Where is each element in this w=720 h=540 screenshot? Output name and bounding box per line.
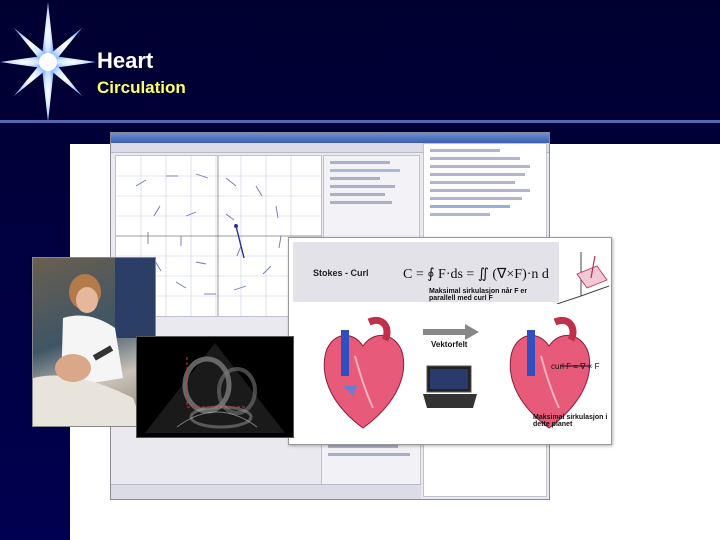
echo-scan-icon: [145, 343, 285, 433]
stokes-heart-inset: Stokes - Curl C = ∮ F·ds = ∬ (∇×F)·n dS …: [288, 237, 612, 445]
max-circ-parallel-label: Maksimal sirkulasjon når F er parallell …: [429, 288, 528, 302]
curl-formula-label: curl F = ∇ × F: [551, 362, 600, 371]
max-circ-plane-label: Maksimal sirkulasjon i dette planet: [533, 414, 608, 428]
echocardiogram-image: [136, 336, 294, 438]
slide-title: Heart: [97, 48, 154, 73]
stokes-label: Stokes - Curl: [313, 268, 369, 278]
module-menu-pane: [323, 155, 420, 247]
slide: Heart Circulation Stokes - Curl C = ∮ F·…: [0, 0, 720, 540]
title-divider: [0, 120, 720, 123]
stokes-integral-icon: C = ∮ F·ds = ∬ (∇×F)·n dS: [403, 267, 549, 282]
starburst-logo-icon: [0, 2, 96, 122]
heart-diagram-left-icon: [323, 317, 405, 429]
vektorfelt-arrow-icon: [423, 324, 479, 340]
svg-text:C = ∮ F·ds = ∬ (∇×F)·n dS: C = ∮ F·ds = ∬ (∇×F)·n dS: [403, 267, 549, 282]
bottom-status-bar: [111, 484, 421, 499]
axis-3d-icon: [556, 252, 610, 304]
window-titlebar: [111, 133, 549, 143]
ultrasound-machine-icon: [423, 365, 477, 408]
slide-subtitle: Circulation: [97, 78, 186, 97]
